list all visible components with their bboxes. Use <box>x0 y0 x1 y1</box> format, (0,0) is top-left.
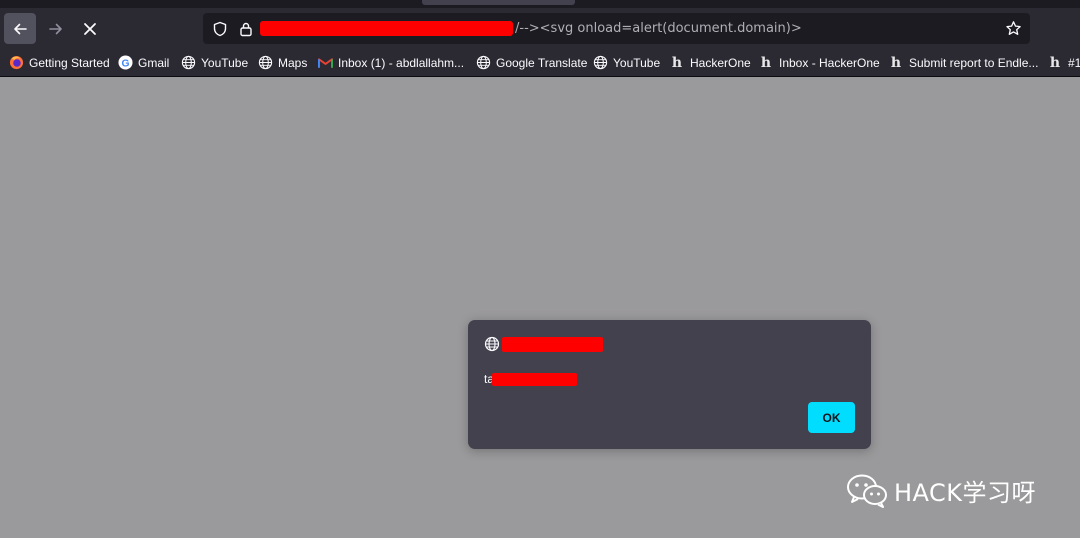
wechat-icon <box>847 474 887 508</box>
bookmarks-toolbar: Getting Started G Gmail YouTube Maps Inb… <box>0 49 1080 77</box>
url-redaction <box>260 21 513 36</box>
bookmark-youtube[interactable]: YouTube <box>180 49 248 76</box>
star-bookmark-icon[interactable] <box>1003 13 1023 44</box>
hackerone-icon: h <box>1049 54 1061 71</box>
arrow-left-icon <box>14 23 27 34</box>
bookmark-gmail[interactable]: G Gmail <box>117 49 169 76</box>
bookmark-maps[interactable]: Maps <box>257 49 307 76</box>
bookmark-label: #1 <box>1068 55 1080 70</box>
bookmark-label: Inbox - HackerOne <box>779 55 880 70</box>
url-text[interactable]: /--><svg onload=alert(document.domain)> <box>515 13 802 44</box>
bookmark-label: Google Translate <box>496 55 588 70</box>
page-content-overlay <box>0 77 1080 538</box>
watermark-text: HACK学习呀 <box>894 478 1037 507</box>
tab-strip <box>0 0 1080 8</box>
bookmark-youtube-2[interactable]: YouTube <box>592 49 660 76</box>
globe-icon <box>475 55 491 71</box>
gmail-icon <box>317 55 333 71</box>
back-button[interactable] <box>4 13 36 44</box>
address-bar[interactable]: /--><svg onload=alert(document.domain)> <box>203 13 1030 44</box>
ok-button[interactable]: OK <box>808 402 855 433</box>
lock-icon[interactable] <box>237 13 255 44</box>
bookmark-label: YouTube <box>613 55 661 70</box>
bookmark-submit-report[interactable]: h Submit report to Endle... <box>888 49 1039 76</box>
dialog-title-redaction <box>502 337 603 352</box>
svg-text:G: G <box>121 58 129 69</box>
bookmark-label: HackerOne <box>690 55 751 70</box>
browser-window: /--><svg onload=alert(document.domain)> … <box>0 0 1080 538</box>
shield-icon[interactable] <box>211 13 229 44</box>
globe-icon <box>592 55 608 71</box>
bookmark-label: Maps <box>278 55 308 70</box>
active-tab[interactable] <box>422 0 575 5</box>
hackerone-icon: h <box>671 54 683 71</box>
bookmark-number-one[interactable]: h #1 <box>1047 49 1080 76</box>
dialog-message-redaction <box>492 373 577 386</box>
watermark: HACK学习呀 <box>846 470 1036 510</box>
alert-dialog: ta OK <box>468 320 871 449</box>
stop-loading-button[interactable] <box>74 13 106 44</box>
close-icon <box>84 22 96 35</box>
forward-button[interactable] <box>40 13 72 44</box>
bookmark-label: Getting Started <box>29 55 110 70</box>
bookmark-google-translate[interactable]: Google Translate <box>475 49 587 76</box>
globe-icon <box>180 55 196 71</box>
bookmark-label: YouTube <box>201 55 249 70</box>
firefox-icon <box>8 55 24 71</box>
bookmark-hackerone[interactable]: h HackerOne <box>669 49 751 76</box>
hackerone-icon: h <box>890 54 902 71</box>
bookmark-inbox-gmail[interactable]: Inbox (1) - abdlallahm... <box>317 49 464 76</box>
arrow-right-icon <box>49 23 62 34</box>
globe-icon <box>484 336 500 352</box>
bookmark-label: Gmail <box>138 55 170 70</box>
bookmark-getting-started[interactable]: Getting Started <box>8 49 110 76</box>
google-icon: G <box>117 55 133 71</box>
globe-icon <box>257 55 273 71</box>
bookmark-label: Submit report to Endle... <box>909 55 1039 70</box>
bookmark-inbox-hackerone[interactable]: h Inbox - HackerOne <box>758 49 880 76</box>
hackerone-icon: h <box>760 54 772 71</box>
bookmark-label: Inbox (1) - abdlallahm... <box>338 55 465 70</box>
navigation-toolbar: /--><svg onload=alert(document.domain)> <box>0 8 1080 49</box>
